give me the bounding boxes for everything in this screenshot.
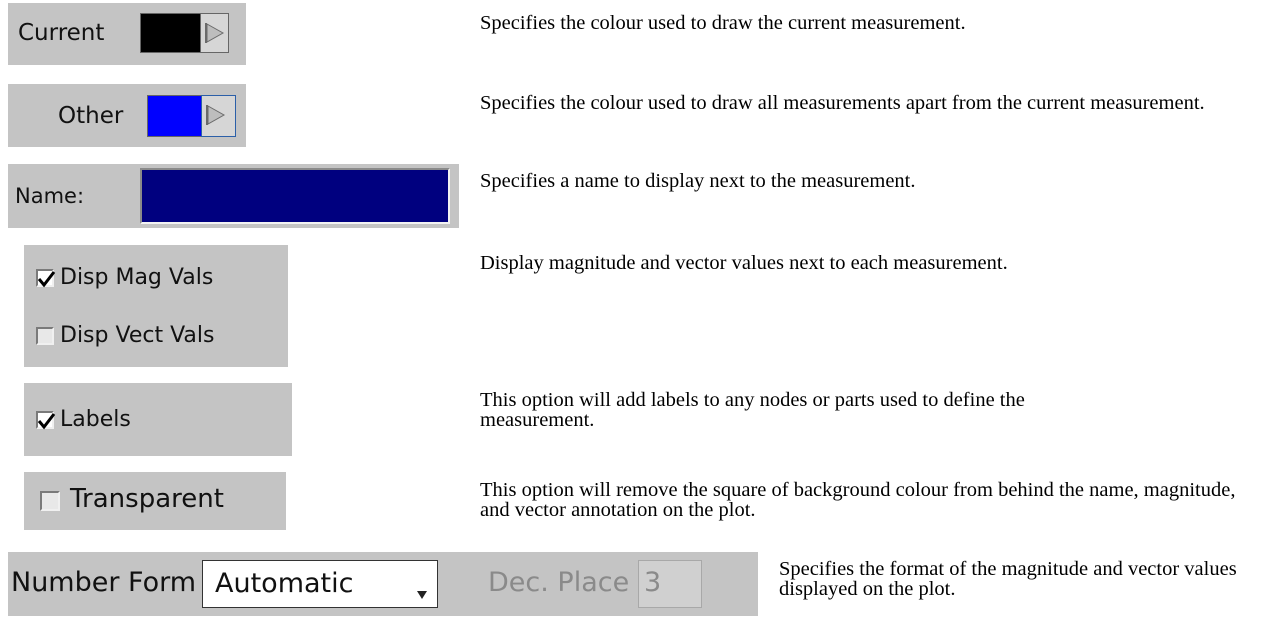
checkmark-icon [37, 271, 56, 288]
other-colour-label: Other [58, 103, 124, 129]
current-colour-button[interactable] [140, 13, 232, 53]
disp-vect-vals-box[interactable] [36, 327, 54, 345]
other-colour-swatch [147, 95, 203, 137]
triangle-right-icon [206, 105, 226, 125]
number-form-selected: Automatic [215, 568, 354, 599]
labels-label: Labels [60, 407, 131, 432]
name-label: Name: [15, 184, 85, 208]
checkmark-icon [37, 413, 56, 430]
number-form-panel: Number Form Automatic Dec. Place 3 [8, 552, 758, 616]
triangle-right-icon [205, 23, 225, 43]
other-colour-panel: Other [8, 84, 246, 147]
other-colour-description: Specifies the colour used to draw all me… [480, 92, 1205, 114]
current-colour-description: Specifies the colour used to draw the cu… [480, 12, 966, 34]
labels-box[interactable] [36, 411, 56, 430]
name-input[interactable] [140, 168, 450, 224]
other-colour-button[interactable] [147, 95, 239, 137]
current-colour-swatch [140, 13, 202, 53]
disp-vect-vals-label: Disp Vect Vals [60, 323, 215, 348]
transparent-description: This option will remove the square of ba… [480, 479, 1236, 521]
labels-description: This option will add labels to any nodes… [480, 389, 1025, 431]
disp-mag-vals-checkbox[interactable]: Disp Mag Vals [36, 265, 276, 293]
number-form-dropdown[interactable]: Automatic [202, 560, 438, 608]
disp-mag-vals-label: Disp Mag Vals [60, 265, 214, 290]
number-form-description: Specifies the format of the magnitude an… [779, 558, 1237, 600]
display-values-panel: Disp Mag Vals Disp Vect Vals [24, 245, 288, 367]
display-values-description: Display magnitude and vector values next… [480, 252, 1008, 274]
name-description: Specifies a name to display next to the … [480, 170, 916, 192]
transparent-label: Transparent [70, 484, 224, 514]
name-panel: Name: [8, 164, 459, 228]
dec-place-input[interactable]: 3 [638, 560, 702, 608]
current-colour-arrow[interactable] [200, 13, 229, 53]
transparent-checkbox[interactable]: Transparent [40, 484, 280, 516]
dec-place-value: 3 [644, 567, 662, 598]
dropdown-arrow-icon [417, 591, 427, 599]
dec-place-label: Dec. Place [488, 567, 630, 598]
current-colour-panel: Current [8, 3, 246, 65]
number-form-label: Number Form [11, 567, 197, 598]
labels-panel: Labels [24, 383, 292, 456]
transparent-panel: Transparent [24, 472, 286, 530]
transparent-box[interactable] [40, 491, 60, 511]
current-colour-label: Current [18, 20, 105, 46]
disp-mag-vals-box[interactable] [36, 269, 56, 288]
labels-checkbox[interactable]: Labels [36, 407, 236, 435]
other-colour-arrow[interactable] [201, 95, 236, 137]
disp-vect-vals-checkbox[interactable]: Disp Vect Vals [36, 323, 276, 351]
